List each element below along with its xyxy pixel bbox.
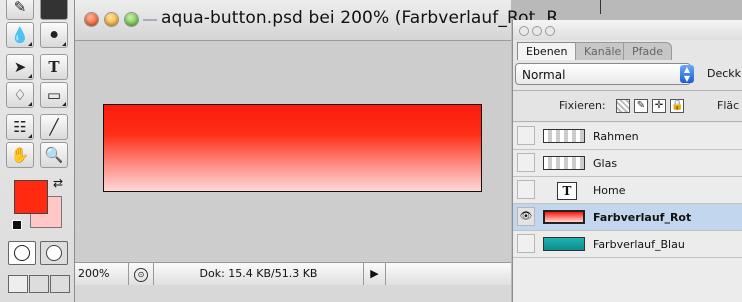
visibility-toggle[interactable] [517, 234, 535, 253]
notes-tool-icon[interactable]: ☷ [6, 114, 34, 140]
layer-row[interactable]: T Home [513, 177, 742, 204]
zoom-window-button[interactable] [125, 13, 138, 26]
screen-mode-full-menu-icon[interactable] [29, 275, 49, 293]
blend-mode-select[interactable]: Normal [515, 63, 691, 85]
pen-tool-icon[interactable]: ♢ [6, 82, 34, 108]
minimize-window-button[interactable] [105, 13, 118, 26]
selection-arrow-icon[interactable]: ➤ [6, 54, 34, 80]
palette-zoom-button[interactable] [545, 26, 555, 36]
dodge-tool-icon[interactable]: ⚫ [40, 22, 68, 48]
zoom-tool-icon[interactable]: 🔍 [40, 142, 68, 168]
brush-tool-icon[interactable]: ✎ [6, 0, 34, 20]
standard-mode-button[interactable] [8, 241, 36, 265]
document-window: aqua-button.psd bei 200% (Farbverlauf_Ro… [75, 0, 574, 302]
tab-kanaele[interactable]: Kanäle [575, 42, 631, 60]
layer-thumbnail [543, 129, 585, 143]
lock-pixels-icon[interactable]: ✎ [634, 99, 648, 113]
status-bar-cell: ⊙ [129, 263, 154, 285]
visibility-toggle[interactable] [517, 153, 535, 172]
opacity-label: Deckk [707, 67, 742, 80]
zoom-level[interactable]: 200% [75, 263, 129, 285]
palette-close-button[interactable] [519, 26, 529, 36]
layer-thumbnail [543, 156, 585, 170]
layer-row[interactable]: Glas [513, 150, 742, 177]
rectangle-tool-icon[interactable]: ▭ [40, 82, 68, 108]
lock-transparency-icon[interactable] [616, 99, 630, 113]
screen-mode-full-icon[interactable] [50, 275, 70, 293]
visibility-toggle[interactable] [517, 126, 535, 145]
foreground-color-swatch[interactable] [14, 180, 48, 214]
toolbox: ✎ 💧 ⚫ ➤ T ♢ ▭ ☷ ╱ ✋ 🔍 ⇄ [0, 0, 75, 302]
lock-label: Fixieren: [559, 99, 606, 112]
status-menu-arrow-icon[interactable]: ▶ [364, 263, 386, 285]
status-bar: 200% ⊙ Dok: 15.4 KB/51.3 KB ▶ [75, 262, 511, 285]
blend-mode-arrow-icon[interactable]: ▲ ▼ [680, 65, 694, 83]
palette-titlebar[interactable] [513, 20, 742, 40]
quickmask-mode-button[interactable] [40, 241, 68, 265]
hand-tool-icon[interactable]: ✋ [6, 142, 34, 168]
window-bottom [75, 285, 511, 302]
tab-pfade[interactable]: Pfade [623, 42, 672, 60]
status-icon: ⊙ [134, 268, 148, 282]
document-proxy-icon [143, 19, 157, 21]
fill-label: Fläc [717, 99, 740, 112]
layer-name: Farbverlauf_Blau [593, 238, 685, 251]
eyedropper-tool-icon[interactable]: ╱ [40, 114, 68, 140]
layer-name: Farbverlauf_Rot [593, 211, 692, 224]
tab-ebenen[interactable]: Ebenen [517, 42, 577, 60]
document-size-info: Dok: 15.4 KB/51.3 KB [154, 263, 364, 285]
lock-position-icon[interactable]: ✛ [652, 99, 666, 113]
layer-name: Glas [593, 157, 618, 170]
swap-colors-icon[interactable]: ⇄ [53, 176, 63, 190]
visibility-toggle[interactable] [517, 180, 535, 199]
divider [600, 0, 601, 14]
type-tool-icon[interactable]: T [40, 54, 68, 80]
eye-icon[interactable]: 👁 [517, 207, 535, 226]
layer-name: Rahmen [593, 130, 639, 143]
red-gradient-button-artwork[interactable] [103, 104, 482, 192]
screen-mode-standard-icon[interactable] [8, 275, 28, 293]
canvas-area[interactable] [75, 41, 511, 261]
document-titlebar[interactable]: aqua-button.psd bei 200% (Farbverlauf_Ro… [75, 0, 574, 41]
palette-minimize-button[interactable] [532, 26, 542, 36]
layer-thumbnail [543, 237, 585, 251]
quickmask-mode-icon [46, 245, 62, 261]
layer-row[interactable]: 👁 Farbverlauf_Rot [513, 204, 742, 231]
close-window-button[interactable] [85, 13, 98, 26]
layer-row[interactable]: Farbverlauf_Blau [513, 231, 742, 258]
lock-row: Fixieren: ✎ ✛ 🔒 Fläc [513, 90, 742, 122]
text-layer-icon: T [557, 182, 577, 200]
default-colors-icon[interactable] [12, 220, 22, 230]
blur-tool-icon[interactable]: 💧 [6, 22, 34, 48]
eraser-tool-icon[interactable] [40, 0, 68, 20]
layers-empty-area [513, 258, 742, 302]
layer-name: Home [593, 184, 626, 197]
standard-mode-icon [14, 245, 30, 261]
layer-thumbnail [543, 210, 585, 224]
lock-all-icon[interactable]: 🔒 [670, 99, 684, 113]
layers-palette: Ebenen Kanäle Pfade Normal ▲ ▼ Deckk Fixi… [512, 20, 742, 302]
layer-row[interactable]: Rahmen [513, 123, 742, 150]
